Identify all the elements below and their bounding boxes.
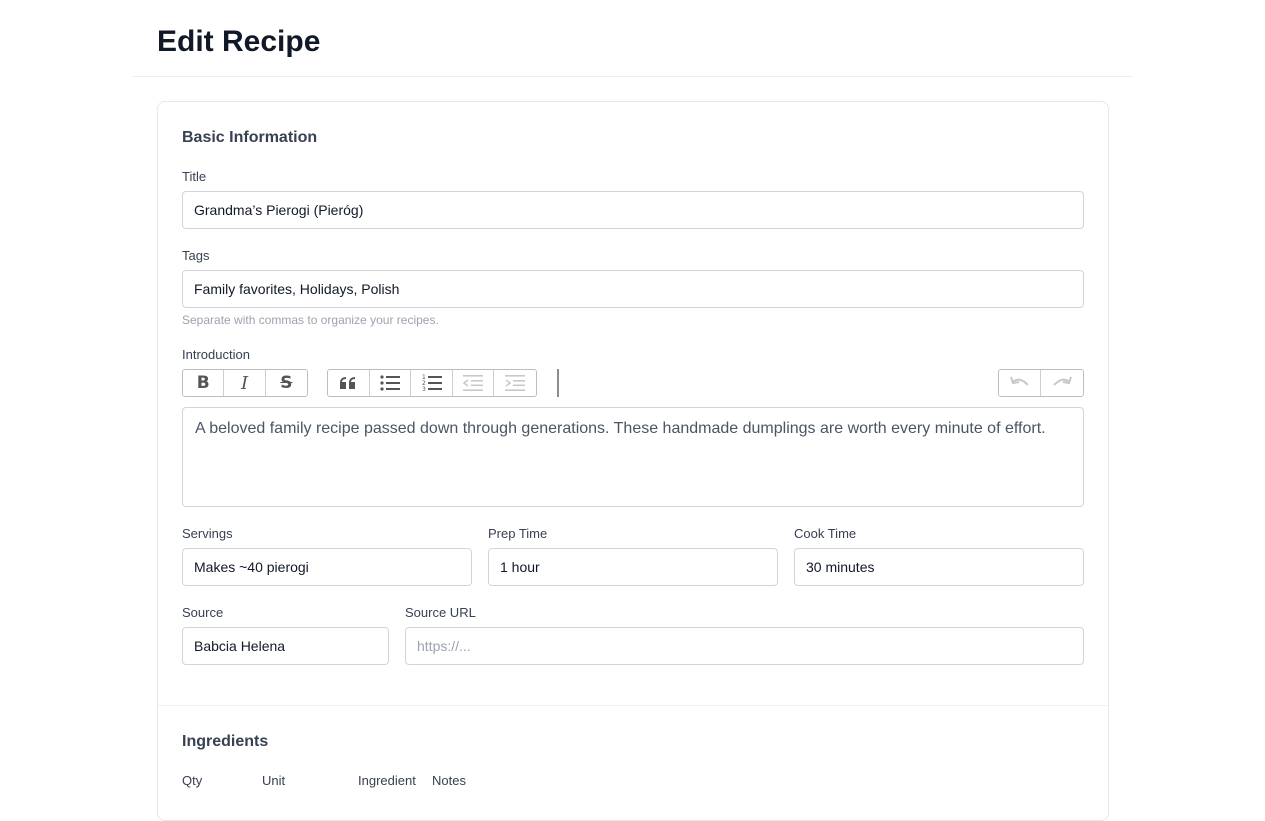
cook-time-input[interactable] [794, 548, 1084, 586]
toolbar-separator [557, 369, 559, 397]
tags-label: Tags [182, 248, 210, 263]
indent-button[interactable] [494, 370, 536, 396]
source-url-input[interactable] [405, 627, 1084, 665]
page-title: Edit Recipe [157, 25, 321, 58]
column-header-qty: Qty [182, 773, 203, 788]
bullet-list-icon [380, 375, 400, 391]
prep-time-label: Prep Time [488, 526, 548, 541]
formatting-toolbar-group: B I S [182, 369, 308, 397]
indent-icon [505, 375, 526, 391]
title-label: Title [182, 169, 207, 184]
introduction-label: Introduction [182, 347, 250, 362]
cook-time-label: Cook Time [794, 526, 857, 541]
bold-icon: B [196, 373, 210, 393]
title-input[interactable] [182, 191, 1084, 229]
page-header: Edit Recipe [132, 0, 1133, 77]
quote-icon [340, 377, 356, 389]
block-toolbar-group: 1 2 3 [327, 369, 537, 397]
column-header-unit: Unit [262, 773, 286, 788]
history-toolbar-group [998, 369, 1084, 397]
section-title-basic-information: Basic Information [182, 129, 318, 146]
source-url-label: Source URL [405, 605, 476, 620]
tags-input[interactable] [182, 270, 1084, 308]
source-label: Source [182, 605, 224, 620]
numbered-list-icon: 1 2 3 [422, 374, 442, 392]
redo-icon [1053, 376, 1072, 386]
section-title-ingredients: Ingredients [182, 733, 269, 750]
undo-icon [1009, 376, 1029, 386]
column-header-notes: Notes [432, 773, 466, 788]
tags-help-text: Separate with commas to organize your re… [182, 313, 439, 327]
source-input[interactable] [182, 627, 389, 665]
prep-time-input[interactable] [488, 548, 778, 586]
bullet-list-button[interactable] [369, 370, 412, 396]
redo-button[interactable] [1041, 370, 1083, 396]
quote-button[interactable] [328, 370, 370, 396]
italic-icon: I [240, 372, 249, 394]
outdent-button[interactable] [452, 370, 495, 396]
strikethrough-icon: S [280, 373, 293, 393]
numbered-list-button[interactable]: 1 2 3 [411, 370, 453, 396]
servings-input[interactable] [182, 548, 472, 586]
servings-label: Servings [182, 526, 233, 541]
strikethrough-button[interactable]: S [265, 370, 307, 396]
svg-text:3: 3 [422, 386, 426, 392]
column-header-ingredient: Ingredient [358, 773, 416, 788]
undo-button[interactable] [999, 370, 1041, 396]
bold-button[interactable]: B [183, 370, 225, 396]
outdent-icon [463, 375, 484, 391]
italic-button[interactable]: I [224, 370, 266, 396]
introduction-editor[interactable]: A beloved family recipe passed down thro… [182, 407, 1084, 507]
section-divider [158, 705, 1108, 706]
